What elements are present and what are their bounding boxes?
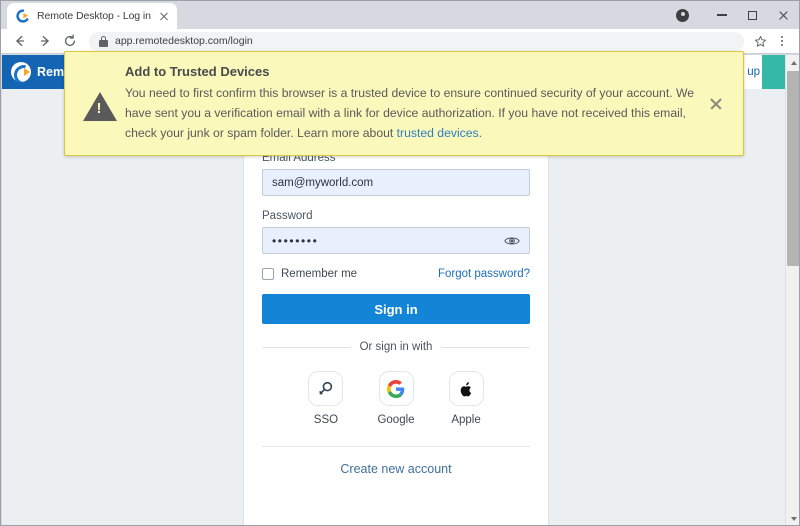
sso-login-option[interactable]: SSO [308, 371, 344, 426]
banner-message: You need to first confirm this browser i… [125, 84, 703, 143]
banner-close-icon[interactable] [703, 91, 729, 117]
divider-line-left [262, 346, 351, 348]
google-login-option[interactable]: Google [377, 371, 415, 426]
google-icon [378, 371, 414, 406]
form-options-row: Remember me Forgot password? [262, 268, 530, 280]
apple-icon [448, 371, 484, 406]
email-field[interactable]: sam@myworld.com [262, 169, 530, 196]
password-value: •••••••• [272, 233, 319, 248]
password-field[interactable]: •••••••• [262, 227, 530, 254]
reload-icon[interactable] [57, 29, 82, 54]
login-card: Sign in to Remote Desktop Email Address … [243, 105, 549, 525]
remember-me-checkbox[interactable]: Remember me [262, 268, 357, 280]
close-tab-icon[interactable] [157, 9, 171, 23]
sso-label: SSO [313, 414, 339, 426]
eye-icon[interactable] [504, 235, 520, 246]
forgot-password-link[interactable]: Forgot password? [438, 268, 530, 280]
social-divider: Or sign in with [262, 341, 531, 353]
key-icon [308, 371, 344, 406]
apple-login-option[interactable]: Apple [448, 371, 484, 426]
remember-me-label: Remember me [281, 268, 358, 280]
divider-line-right [441, 346, 531, 348]
page-scrollbar[interactable] [785, 55, 799, 525]
password-label: Password [262, 210, 313, 222]
divider-label: Or sign in with [359, 341, 433, 353]
maximize-icon[interactable] [737, 1, 768, 29]
social-login-row: SSO Google Apple [262, 371, 530, 426]
scrollbar-up-icon[interactable] [786, 55, 799, 70]
warning-triangle-icon [79, 86, 121, 122]
minimize-icon[interactable] [706, 1, 737, 29]
remote-desktop-logo-icon [11, 62, 31, 82]
close-window-icon[interactable] [768, 1, 799, 29]
checkbox-box [262, 268, 274, 280]
address-bar[interactable]: app.remotedesktop.com/login [89, 31, 744, 51]
browser-window: Remote Desktop - Log in to your [0, 0, 800, 526]
lock-icon [99, 35, 108, 47]
tab-title: Remote Desktop - Log in to your [37, 10, 154, 22]
google-label: Google [377, 414, 415, 426]
banner-title: Add to Trusted Devices [125, 64, 270, 79]
url-text: app.remotedesktop.com/login [115, 35, 253, 47]
chrome-menu-icon[interactable] [771, 30, 793, 52]
banner-body: Add to Trusted Devices You need to first… [121, 64, 703, 143]
card-divider [262, 446, 530, 447]
banner-message-tail: . [478, 125, 483, 140]
browser-tab[interactable]: Remote Desktop - Log in to your [7, 3, 177, 29]
create-account-link[interactable]: Create new account [262, 462, 530, 492]
scrollbar-down-icon[interactable] [786, 511, 799, 525]
apple-label: Apple [451, 414, 481, 426]
trusted-devices-link[interactable]: trusted devices [397, 126, 479, 140]
trusted-device-banner: Add to Trusted Devices You need to first… [64, 51, 744, 157]
sign-in-button[interactable]: Sign in [262, 294, 530, 324]
remote-desktop-logo-icon [16, 9, 30, 23]
profile-avatar-icon[interactable] [676, 8, 689, 22]
forward-arrow-icon[interactable] [32, 29, 57, 54]
tab-strip: Remote Desktop - Log in to your [1, 1, 799, 29]
scrollbar-thumb[interactable] [787, 71, 799, 266]
back-arrow-icon[interactable] [7, 29, 32, 54]
window-controls [676, 1, 799, 29]
email-value: sam@myworld.com [272, 176, 374, 189]
bookmark-star-icon[interactable] [749, 30, 771, 52]
